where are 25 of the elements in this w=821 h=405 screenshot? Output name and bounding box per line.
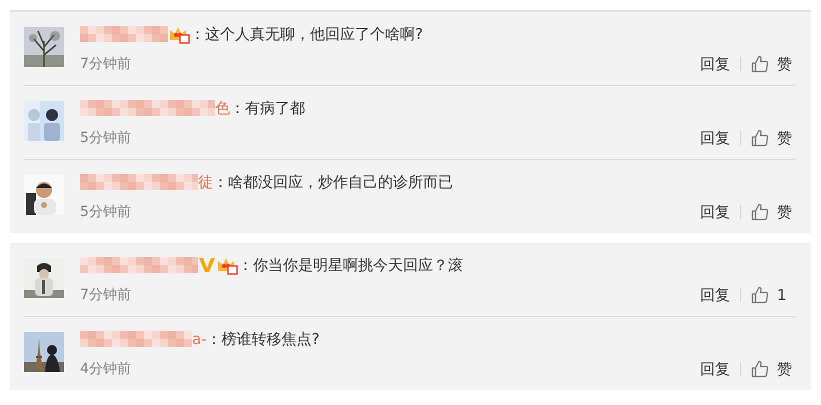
reply-button[interactable]: 回复	[700, 358, 730, 380]
thumbs-up-icon	[751, 55, 769, 73]
reply-button[interactable]: 回复	[700, 284, 730, 306]
like-button[interactable]: 1	[751, 284, 795, 306]
comment-text: ：有病了都	[230, 98, 305, 119]
reply-button[interactable]: 回复	[700, 127, 730, 149]
comment-text: ：榜谁转移焦点?	[206, 329, 320, 350]
like-button[interactable]: 赞	[751, 200, 795, 224]
timestamp: 7分钟前	[80, 286, 131, 305]
timestamp: 7分钟前	[80, 55, 131, 74]
comment-text: ：啥都没回应，炒作自己的诊所而已	[213, 172, 453, 193]
comment-text: ：你当你是明星啊挑今天回应？滚	[238, 255, 463, 276]
thumbs-up-icon	[751, 129, 769, 147]
reply-button[interactable]: 回复	[700, 201, 730, 223]
thumbs-up-icon	[751, 203, 769, 221]
timestamp: 4分钟前	[80, 360, 131, 379]
comment-text: ：这个人真无聊，他回应了个啥啊?	[190, 24, 423, 45]
like-button[interactable]: 赞	[751, 52, 795, 76]
timestamp: 5分钟前	[80, 129, 131, 148]
like-button[interactable]: 赞	[751, 358, 795, 380]
thumbs-up-icon	[751, 360, 769, 378]
timestamp: 5分钟前	[80, 203, 131, 222]
like-button[interactable]: 赞	[751, 126, 795, 150]
reply-button[interactable]: 回复	[700, 53, 730, 75]
thumbs-up-icon	[751, 286, 769, 304]
